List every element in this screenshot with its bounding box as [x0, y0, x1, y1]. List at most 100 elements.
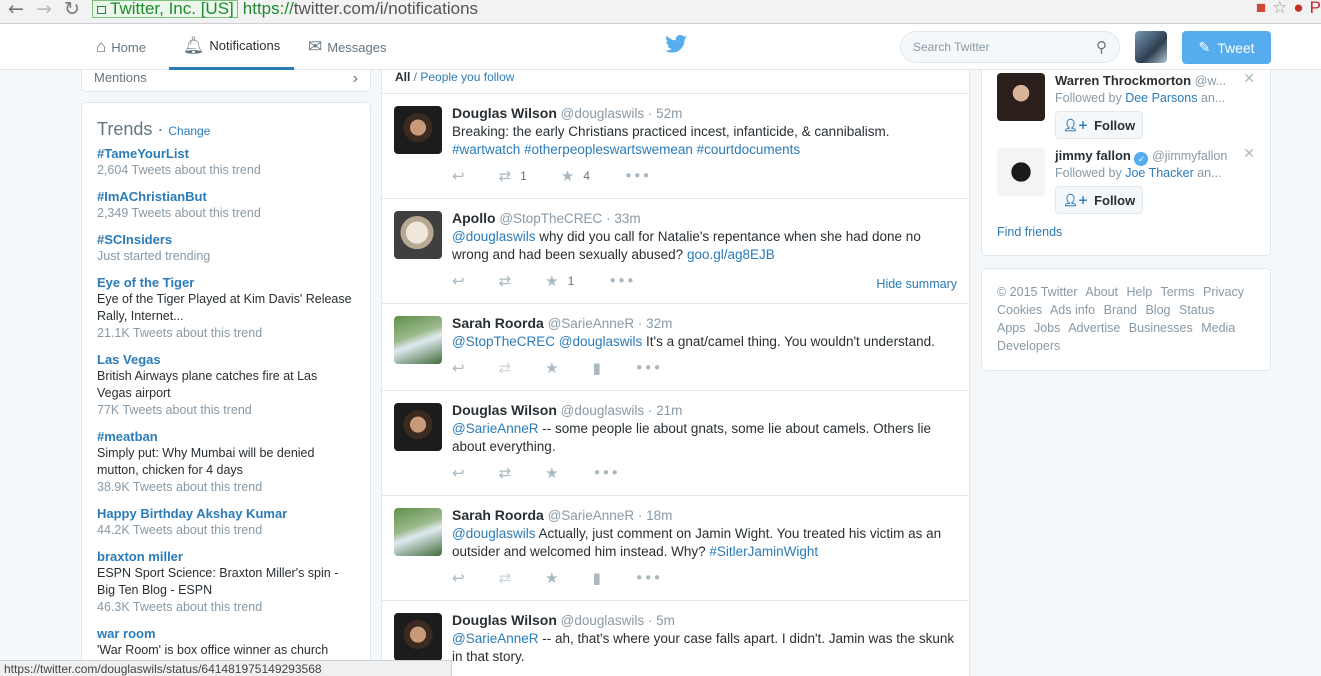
analytics-icon[interactable]: ▮ — [593, 569, 601, 587]
reply-icon[interactable]: ↩ — [452, 167, 465, 185]
footer-link[interactable]: Ads info — [1050, 303, 1095, 317]
tweet-handle[interactable]: @douglaswils — [561, 106, 645, 121]
nav-notifications[interactable]: 🔔︎ Notifications — [169, 24, 294, 70]
more-icon[interactable]: ••• — [593, 464, 620, 482]
footer-link[interactable]: Businesses — [1129, 321, 1193, 335]
reply-icon[interactable]: ↩ — [452, 272, 465, 290]
retweet-icon[interactable]: ⇄ 1 — [499, 167, 527, 185]
suggestion-name[interactable]: jimmy fallon — [1055, 148, 1131, 163]
filter-all[interactable]: All — [395, 70, 410, 84]
footer-link[interactable]: Brand — [1104, 303, 1137, 317]
footer-link[interactable]: Developers — [997, 339, 1060, 353]
avatar[interactable] — [394, 211, 442, 259]
avatar[interactable] — [394, 106, 442, 154]
trend-name[interactable]: braxton miller — [97, 548, 355, 565]
trend-item[interactable]: #ImAChristianBut 2,349 Tweets about this … — [97, 188, 355, 222]
favorite-icon[interactable]: ★ — [545, 569, 558, 587]
dismiss-icon[interactable]: ✕ — [1243, 146, 1255, 162]
tweet-time[interactable]: 52m — [656, 106, 682, 121]
retweet-icon[interactable]: ⇄ — [499, 272, 512, 290]
trend-name[interactable]: #meatban — [97, 428, 355, 445]
footer-link[interactable]: Status — [1179, 303, 1214, 317]
reload-icon[interactable]: ↻ — [64, 0, 80, 20]
footer-link[interactable]: Media — [1201, 321, 1235, 335]
twitter-bird-icon[interactable] — [665, 35, 687, 53]
avatar[interactable] — [394, 316, 442, 364]
bookmark-star-icon[interactable]: ☆ — [1272, 0, 1287, 18]
more-icon[interactable]: ••• — [635, 359, 662, 377]
tweet[interactable]: Douglas Wilson @douglaswils · 5m @SarieA… — [382, 601, 969, 676]
retweet-icon[interactable]: ⇄ — [499, 359, 512, 377]
trends-change-link[interactable]: Change — [168, 124, 210, 138]
tweet-author[interactable]: Douglas Wilson — [452, 105, 557, 121]
tweet-time[interactable]: 33m — [614, 211, 640, 226]
footer-link[interactable]: Advertise — [1068, 321, 1120, 335]
tweet-author[interactable]: Douglas Wilson — [452, 402, 557, 418]
trend-item[interactable]: war room 'War Room' is box office winner … — [97, 625, 355, 659]
footer-link[interactable]: Apps — [997, 321, 1026, 335]
trend-name[interactable]: Happy Birthday Akshay Kumar — [97, 505, 355, 522]
tweet-author[interactable]: Sarah Roorda — [452, 315, 544, 331]
tweet-author[interactable]: Douglas Wilson — [452, 612, 557, 628]
reply-icon[interactable]: ↩ — [452, 359, 465, 377]
followed-by-link[interactable]: Dee Parsons — [1125, 91, 1197, 105]
trend-item[interactable]: Eye of the Tiger Eye of the Tiger Played … — [97, 274, 355, 342]
tweet-author[interactable]: Sarah Roorda — [452, 507, 544, 523]
mentions-link[interactable]: Mentions › — [81, 70, 371, 92]
footer-link[interactable]: Terms — [1160, 285, 1194, 299]
tweet-hashtag[interactable]: #SitlerJaminWight — [709, 544, 818, 559]
tweet-mention[interactable]: @StopTheCREC @douglaswils — [452, 334, 642, 349]
security-badge[interactable]: Twitter, Inc. [US] — [92, 0, 238, 18]
more-icon[interactable]: ••• — [608, 272, 635, 290]
suggestion-name[interactable]: Warren Throckmorton — [1055, 73, 1191, 88]
tweet-time[interactable]: 21m — [656, 403, 682, 418]
tweet[interactable]: Sarah Roorda @SarieAnneR · 32m @StopTheC… — [382, 304, 969, 391]
trend-item[interactable]: Las Vegas British Airways plane catches f… — [97, 351, 355, 419]
nav-home[interactable]: ⌂ Home — [96, 24, 146, 70]
search-icon[interactable]: ⚲ — [1096, 38, 1107, 56]
footer-link[interactable]: Jobs — [1034, 321, 1060, 335]
trend-item[interactable]: #meatban Simply put: Why Mumbai will be d… — [97, 428, 355, 496]
address-bar[interactable]: Twitter, Inc. [US] https:// twitter.com/… — [92, 0, 1272, 18]
tweet[interactable]: Douglas Wilson @douglaswils · 52m Breaki… — [382, 94, 969, 199]
follow-button[interactable]: 👤︎+ Follow — [1055, 186, 1143, 214]
search-input[interactable]: Search Twitter ⚲ — [900, 31, 1120, 63]
trend-item[interactable]: #TameYourList 2,604 Tweets about this tre… — [97, 145, 355, 179]
back-icon[interactable]: ← — [8, 0, 24, 20]
tweet-mention[interactable]: @SarieAnneR — [452, 631, 539, 646]
avatar[interactable] — [997, 148, 1045, 196]
tweet-handle[interactable]: @douglaswils — [561, 403, 645, 418]
pinterest-icon[interactable]: P — [1310, 0, 1321, 18]
trend-item[interactable]: #SCInsiders Just started trending — [97, 231, 355, 265]
trend-name[interactable]: Eye of the Tiger — [97, 274, 355, 291]
footer-link[interactable]: Help — [1127, 285, 1153, 299]
tweet-time[interactable]: 32m — [646, 316, 672, 331]
find-friends-link[interactable]: Find friends — [997, 225, 1062, 239]
avatar[interactable] — [394, 613, 442, 661]
footer-link[interactable]: Blog — [1145, 303, 1170, 317]
favorite-icon[interactable]: ★ 1 — [545, 272, 574, 290]
tweet-link[interactable]: goo.gl/ag8EJB — [687, 247, 775, 262]
trend-name[interactable]: #ImAChristianBut — [97, 188, 355, 205]
tweet-handle[interactable]: @douglaswils — [561, 613, 645, 628]
footer-link[interactable]: Privacy — [1203, 285, 1244, 299]
more-icon[interactable]: ••• — [624, 167, 651, 185]
retweet-icon[interactable]: ⇄ — [499, 464, 512, 482]
avatar[interactable] — [997, 73, 1045, 121]
trend-name[interactable]: Las Vegas — [97, 351, 355, 368]
followed-by-link[interactable]: Joe Thacker — [1125, 166, 1194, 180]
trend-name[interactable]: war room — [97, 625, 355, 642]
footer-link[interactable]: About — [1085, 285, 1118, 299]
filter-people-you-follow[interactable]: People you follow — [420, 70, 514, 84]
reply-icon[interactable]: ↩ — [452, 464, 465, 482]
tweet-mention[interactable]: @douglaswils — [452, 229, 536, 244]
footer-link[interactable]: Cookies — [997, 303, 1042, 317]
tweet-mention[interactable]: @SarieAnneR — [452, 421, 539, 436]
tweet-button[interactable]: ✎ Tweet — [1182, 31, 1271, 64]
tweet[interactable]: Sarah Roorda @SarieAnneR · 18m @douglasw… — [382, 496, 969, 601]
more-icon[interactable]: ••• — [635, 569, 662, 587]
tweet-hashtags[interactable]: #wartwatch #otherpeopleswartswemean #cou… — [452, 142, 800, 157]
tweet-handle[interactable]: @StopTheCREC — [499, 211, 602, 226]
forward-icon[interactable]: → — [36, 0, 52, 20]
tweet[interactable]: Apollo @StopTheCREC · 33m @douglaswils w… — [382, 199, 969, 304]
